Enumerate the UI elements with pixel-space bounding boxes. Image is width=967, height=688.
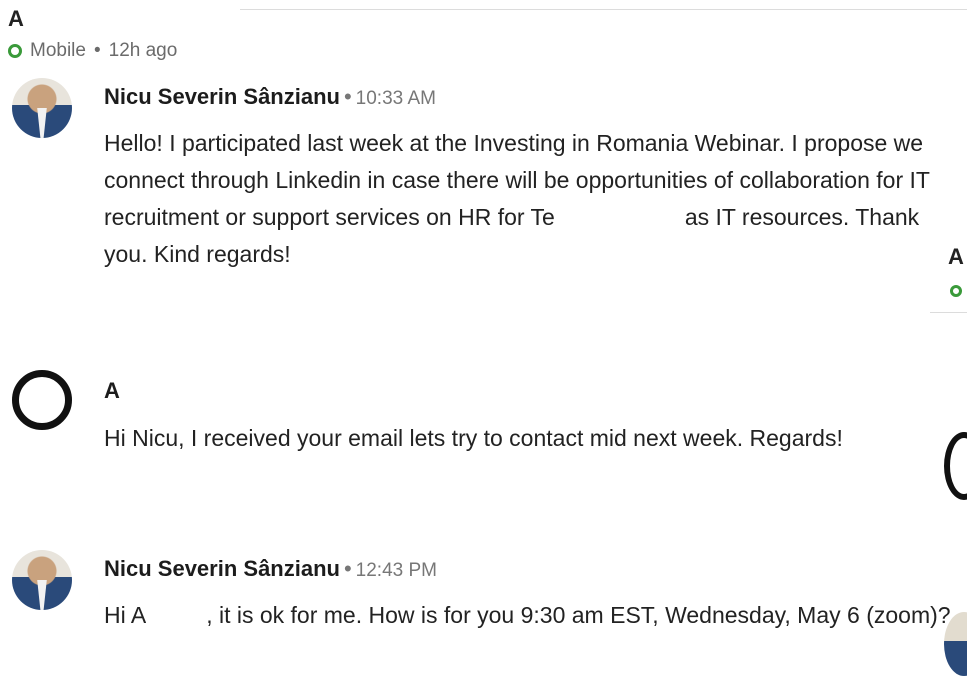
- avatar-nicu[interactable]: [12, 550, 72, 610]
- message-header: Nicu Severin Sânzianu • 12:43 PM: [104, 556, 437, 582]
- message-header: A: [104, 378, 120, 404]
- separator-dot: •: [343, 556, 352, 581]
- redacted-text: [554, 204, 685, 233]
- sender-name[interactable]: Nicu Severin Sânzianu: [104, 556, 340, 581]
- edge-panel-initial: A: [948, 244, 964, 269]
- message-body: Hello! I participated last week at the I…: [104, 125, 954, 273]
- separator-dot: •: [343, 84, 352, 109]
- redacted-text: [146, 602, 207, 631]
- status-separator: •: [93, 40, 101, 61]
- message-header: Nicu Severin Sânzianu • 10:33 AM: [104, 84, 436, 110]
- message-time: 12:43 PM: [355, 560, 437, 581]
- redacted-area: [30, 0, 240, 30]
- message-body: Hi Nicu, I received your email lets try …: [104, 425, 843, 451]
- sender-name[interactable]: A: [104, 378, 120, 403]
- avatar-a[interactable]: [12, 370, 72, 430]
- presence-status: Mobile • 12h ago: [8, 40, 177, 62]
- online-status-icon: [8, 44, 22, 58]
- sender-name[interactable]: Nicu Severin Sânzianu: [104, 84, 340, 109]
- edge-online-icon: [950, 285, 962, 297]
- message-text-continued: , it is ok for me. How is for you 9:30 a…: [206, 602, 951, 628]
- message-body: Hi A , it is ok for me. How is for you 9:…: [104, 597, 954, 634]
- message-time: 10:33 AM: [355, 88, 436, 109]
- last-seen: 12h ago: [108, 40, 178, 61]
- conversation-title[interactable]: A: [8, 6, 24, 32]
- edge-divider: [930, 312, 967, 313]
- avatar-nicu[interactable]: [12, 78, 72, 138]
- divider: [240, 9, 967, 10]
- message-text: Hi A: [104, 602, 147, 628]
- status-device: Mobile: [30, 40, 86, 61]
